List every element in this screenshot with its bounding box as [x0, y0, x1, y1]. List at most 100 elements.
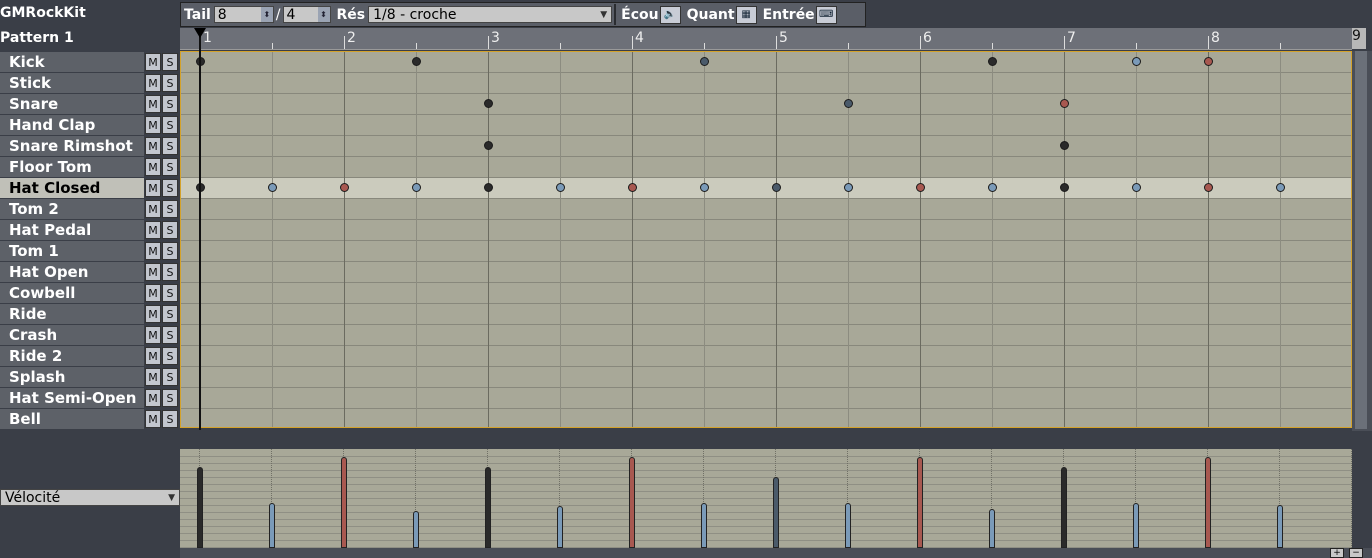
velocity-bar[interactable] [341, 457, 347, 548]
grid-icon[interactable]: ▦ [735, 5, 757, 24]
velocity-bar[interactable] [1133, 503, 1139, 548]
mute-button[interactable]: M [145, 137, 161, 155]
spin-arrows-icon[interactable]: ⬍ [260, 7, 273, 22]
size-spinbox[interactable]: 8 ⬍ [213, 6, 274, 23]
velocity-bar[interactable] [845, 503, 851, 548]
mute-button[interactable]: M [145, 179, 161, 197]
note[interactable] [1204, 57, 1213, 66]
solo-button[interactable]: S [162, 179, 178, 197]
pattern-grid[interactable] [180, 51, 1352, 428]
instrument-label[interactable]: Hat Closed [0, 178, 144, 198]
note[interactable] [1132, 57, 1141, 66]
playhead-marker-icon[interactable] [194, 28, 206, 38]
mute-button[interactable]: M [145, 53, 161, 71]
instrument-label[interactable]: Kick [0, 52, 144, 72]
note[interactable] [700, 57, 709, 66]
velocity-bar[interactable] [1061, 467, 1067, 548]
instrument-label[interactable]: Hat Open [0, 262, 144, 282]
scrollbar-thumb[interactable] [1355, 51, 1367, 429]
velocity-bar[interactable] [1205, 457, 1211, 548]
solo-button[interactable]: S [162, 242, 178, 260]
grid-row[interactable] [181, 388, 1351, 409]
velocity-bar[interactable] [413, 511, 419, 548]
velocity-bar[interactable] [197, 467, 203, 548]
horizontal-scrollbar[interactable] [180, 548, 1372, 558]
note[interactable] [556, 183, 565, 192]
zoom-out-icon[interactable]: − [1349, 548, 1363, 558]
solo-button[interactable]: S [162, 221, 178, 239]
solo-button[interactable]: S [162, 389, 178, 407]
velocity-bar[interactable] [485, 467, 491, 548]
instrument-label[interactable]: Splash [0, 367, 144, 387]
note[interactable] [844, 99, 853, 108]
mute-button[interactable]: M [145, 347, 161, 365]
grid-row[interactable] [181, 409, 1351, 427]
mute-button[interactable]: M [145, 158, 161, 176]
note[interactable] [412, 183, 421, 192]
mute-button[interactable]: M [145, 410, 161, 428]
mute-button[interactable]: M [145, 389, 161, 407]
mute-button[interactable]: M [145, 200, 161, 218]
mute-button[interactable]: M [145, 95, 161, 113]
note[interactable] [1132, 183, 1141, 192]
velocity-editor[interactable] [180, 449, 1352, 548]
speaker-icon[interactable]: 🔈 [659, 5, 681, 24]
solo-button[interactable]: S [162, 116, 178, 134]
grid-row[interactable] [181, 367, 1351, 388]
solo-button[interactable]: S [162, 158, 178, 176]
instrument-label[interactable]: Ride [0, 304, 144, 324]
keyboard-icon[interactable]: ⌨ [815, 5, 837, 24]
mute-button[interactable]: M [145, 221, 161, 239]
solo-button[interactable]: S [162, 53, 178, 71]
velocity-bar[interactable] [989, 509, 995, 548]
note[interactable] [1060, 183, 1069, 192]
note[interactable] [268, 183, 277, 192]
playhead[interactable] [199, 28, 201, 430]
instrument-label[interactable]: Stick [0, 73, 144, 93]
spin-arrows-icon[interactable]: ⬍ [317, 7, 330, 22]
grid-row[interactable] [181, 136, 1351, 157]
note[interactable] [412, 57, 421, 66]
note[interactable] [628, 183, 637, 192]
grid-row[interactable] [181, 73, 1351, 94]
instrument-label[interactable]: Bell [0, 409, 144, 429]
instrument-label[interactable]: Crash [0, 325, 144, 345]
solo-button[interactable]: S [162, 305, 178, 323]
velocity-bar[interactable] [701, 503, 707, 548]
instrument-label[interactable]: Hat Semi-Open [0, 388, 144, 408]
note[interactable] [1276, 183, 1285, 192]
grid-row[interactable] [181, 157, 1351, 178]
solo-button[interactable]: S [162, 74, 178, 92]
solo-button[interactable]: S [162, 326, 178, 344]
mute-button[interactable]: M [145, 326, 161, 344]
solo-button[interactable]: S [162, 200, 178, 218]
instrument-label[interactable]: Tom 1 [0, 241, 144, 261]
grid-row[interactable] [181, 199, 1351, 220]
mute-button[interactable]: M [145, 263, 161, 281]
instrument-label[interactable]: Cowbell [0, 283, 144, 303]
instrument-label[interactable]: Hat Pedal [0, 220, 144, 240]
velocity-bar[interactable] [269, 503, 275, 548]
note[interactable] [1060, 141, 1069, 150]
timeline-ruler[interactable]: 12345678 [180, 28, 1353, 50]
grid-row[interactable] [181, 262, 1351, 283]
mute-button[interactable]: M [145, 242, 161, 260]
velocity-bar[interactable] [557, 506, 563, 548]
grid-row[interactable] [181, 241, 1351, 262]
grid-row[interactable] [181, 346, 1351, 367]
note[interactable] [1204, 183, 1213, 192]
solo-button[interactable]: S [162, 368, 178, 386]
note[interactable] [844, 183, 853, 192]
grid-row[interactable] [181, 220, 1351, 241]
velocity-bar[interactable] [629, 457, 635, 548]
grid-row[interactable] [181, 52, 1351, 73]
mute-button[interactable]: M [145, 74, 161, 92]
solo-button[interactable]: S [162, 347, 178, 365]
instrument-label[interactable]: Hand Clap [0, 115, 144, 135]
note[interactable] [700, 183, 709, 192]
grid-row[interactable] [181, 304, 1351, 325]
instrument-label[interactable]: Snare [0, 94, 144, 114]
solo-button[interactable]: S [162, 263, 178, 281]
note[interactable] [988, 57, 997, 66]
mute-button[interactable]: M [145, 305, 161, 323]
